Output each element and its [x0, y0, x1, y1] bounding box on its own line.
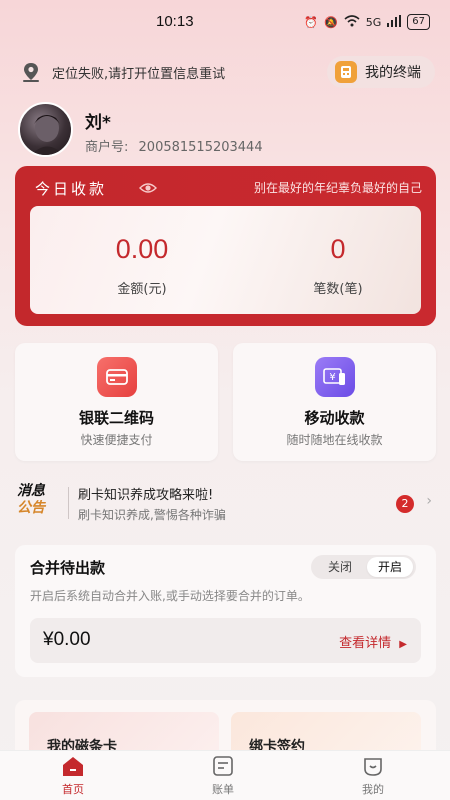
merge-toggle[interactable]: 关闭 开启	[311, 555, 416, 579]
yuan-icon: ¥	[315, 357, 355, 397]
mobile-payment-subtitle: 随时随地在线收款	[286, 433, 383, 447]
announcement-subtitle: 刷卡知识养成,警惕各种诈骗	[78, 508, 226, 522]
location-bar: 定位失败,请打开位置信息重试 我的终端	[20, 56, 435, 88]
mute-icon: 🔕	[324, 15, 338, 29]
announcement-title: 刷卡知识养成攻略来啦!	[78, 488, 214, 503]
income-slogan: 别在最好的年纪辜负最好的自己	[253, 181, 422, 195]
triangle-right-icon: ▶	[399, 639, 407, 650]
income-count-label: 笔数(笔)	[313, 282, 363, 297]
merchant-id-label: 商户号:	[85, 140, 129, 155]
tab-home[interactable]: 首页	[33, 755, 113, 797]
unionpay-qr-card[interactable]: 银联二维码 快速便捷支付	[15, 343, 218, 461]
chevron-right-icon[interactable]: ›	[426, 493, 432, 509]
view-details-label: 查看详情	[339, 636, 392, 651]
status-bar: 10:13 ⏰ 🔕 5G 67	[0, 0, 450, 44]
profile-icon	[361, 755, 385, 777]
mobile-payment-card[interactable]: ¥ 移动收款 随时随地在线收款	[233, 343, 436, 461]
tab-home-label: 首页	[62, 783, 84, 796]
merge-payout-card: 合并待出款 关闭 开启 开启后系统自动合并入账,或手动选择要合并的订单。 ¥0.…	[15, 545, 436, 677]
income-title: 今日收款	[35, 180, 108, 198]
eye-icon[interactable]	[139, 180, 157, 194]
announcement-logo: 消息 公告	[17, 483, 61, 517]
bottom-tab-bar: 首页 账单 我的	[0, 750, 450, 800]
wifi-icon	[344, 14, 360, 30]
toggle-off-option[interactable]: 关闭	[316, 555, 364, 579]
merchant-id-row: 商户号: 200581515203444	[85, 136, 263, 155]
income-amount-label: 金额(元)	[117, 282, 167, 297]
announcement-bar[interactable]: 消息 公告 刷卡知识养成攻略来啦! 刷卡知识养成,警惕各种诈骗 2 ›	[15, 480, 436, 526]
mobile-payment-title: 移动收款	[304, 409, 365, 427]
svg-text:¥: ¥	[329, 372, 335, 383]
status-time: 10:13	[156, 13, 194, 30]
income-amount: 0.00	[115, 234, 169, 264]
today-income-card: 今日收款 别在最好的年纪辜负最好的自己 0.00 金额(元) 0 笔数(笔)	[15, 166, 436, 326]
home-icon	[61, 755, 85, 777]
unionpay-qr-title: 银联二维码	[78, 409, 154, 427]
avatar[interactable]	[18, 102, 73, 157]
signal-icon	[387, 14, 402, 30]
view-details-link[interactable]: 查看详情 ▶	[339, 632, 407, 651]
location-pin-icon	[20, 61, 42, 83]
user-name: 刘*	[85, 113, 111, 133]
unread-badge: 2	[396, 495, 414, 513]
merge-amount-row: ¥0.00 查看详情 ▶	[30, 618, 421, 663]
income-count: 0	[330, 234, 346, 264]
income-stats: 0.00 金额(元) 0 笔数(笔)	[30, 206, 421, 314]
tab-bills-label: 账单	[212, 783, 234, 796]
merchant-id-value: 200581515203444	[138, 140, 263, 155]
announcement-logo-line2: 公告	[17, 500, 45, 516]
merge-amount: ¥0.00	[43, 629, 91, 650]
network-label: 5G	[365, 15, 382, 29]
status-icons: ⏰ 🔕 5G 67	[304, 14, 430, 30]
merge-payout-title: 合并待出款	[30, 559, 106, 577]
tab-mine[interactable]: 我的	[333, 755, 413, 797]
announcement-logo-line1: 消息	[17, 483, 45, 499]
my-terminal-button[interactable]: 我的终端	[327, 56, 435, 88]
my-terminal-label: 我的终端	[365, 65, 421, 81]
bill-icon	[211, 755, 235, 777]
battery-indicator: 67	[407, 14, 430, 30]
card-icon	[97, 357, 137, 397]
announcement-divider	[68, 487, 69, 519]
toggle-on-option[interactable]: 开启	[367, 557, 413, 577]
merge-description: 开启后系统自动合并入账,或手动选择要合并的订单。	[30, 589, 310, 603]
alarm-icon: ⏰	[304, 15, 319, 29]
merchant-profile[interactable]: 刘* 商户号: 200581515203444	[18, 100, 433, 160]
tab-bills[interactable]: 账单	[183, 755, 263, 797]
terminal-icon	[335, 61, 357, 83]
tab-mine-label: 我的	[362, 783, 384, 796]
unionpay-qr-subtitle: 快速便捷支付	[80, 433, 153, 447]
location-error-text[interactable]: 定位失败,请打开位置信息重试	[52, 63, 225, 82]
